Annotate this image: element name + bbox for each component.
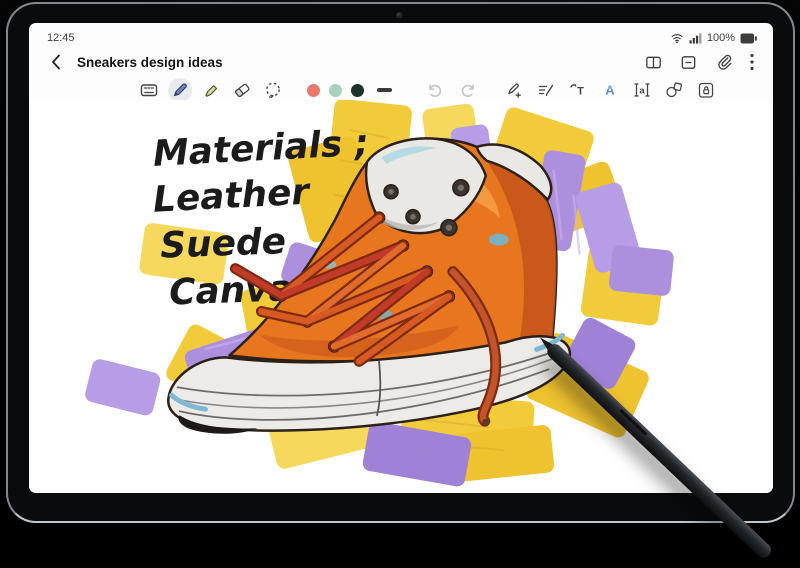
svg-text:A: A: [605, 83, 615, 98]
text-input-tool-button[interactable]: [137, 78, 161, 102]
attach-icon[interactable]: [714, 53, 733, 72]
tablet-device: 12:45: [6, 2, 795, 523]
svg-text:Leather: Leather: [152, 171, 312, 220]
highlighter-tool-button[interactable]: [199, 78, 223, 102]
back-button[interactable]: [45, 51, 67, 73]
tablet-screen: 12:45: [29, 23, 773, 493]
clock: 12:45: [47, 32, 75, 44]
stroke-thickness-button[interactable]: [377, 88, 392, 92]
convert-to-text-button[interactable]: T: [566, 78, 590, 102]
svg-text:a: a: [639, 86, 645, 97]
pen-tool-button[interactable]: [168, 78, 192, 102]
note-canvas[interactable]: Materials ; Leather Suede Canvas: [29, 100, 773, 493]
photo-background: 12:45: [0, 0, 800, 568]
battery-percent: 100%: [707, 32, 735, 44]
handwriting-to-text-button[interactable]: [534, 78, 558, 102]
front-camera: [396, 12, 403, 19]
color-swatch-dark-green[interactable]: [351, 84, 364, 97]
redo-button[interactable]: [456, 78, 480, 102]
shape-recognition-button[interactable]: [662, 78, 686, 102]
ai-assist-icon[interactable]: A: [598, 78, 622, 102]
straighten-text-button[interactable]: a: [630, 78, 654, 102]
color-swatch-mint[interactable]: [329, 84, 342, 97]
page-title: Sneakers design ideas: [77, 55, 223, 70]
eraser-tool-button[interactable]: [230, 78, 254, 102]
split-view-icon[interactable]: [644, 53, 663, 72]
signal-icon: [689, 32, 702, 44]
svg-text:Suede: Suede: [159, 221, 286, 266]
lasso-select-tool-button[interactable]: [261, 78, 285, 102]
undo-button[interactable]: [422, 78, 446, 102]
favorite-pens-button[interactable]: [502, 78, 526, 102]
page-lock-button[interactable]: [694, 78, 718, 102]
sneaker-illustration: Materials ; Leather Suede Canvas: [29, 100, 773, 493]
svg-text:T: T: [577, 86, 584, 98]
color-swatch-coral[interactable]: [307, 84, 320, 97]
status-bar: 12:45: [29, 23, 773, 48]
color-swatch-group: [307, 84, 392, 97]
title-bar: Sneakers design ideas: [29, 48, 773, 76]
wifi-icon: [670, 32, 684, 44]
battery-icon: [740, 33, 757, 44]
page-overview-icon[interactable]: [679, 53, 698, 72]
more-options-icon[interactable]: [749, 53, 755, 71]
